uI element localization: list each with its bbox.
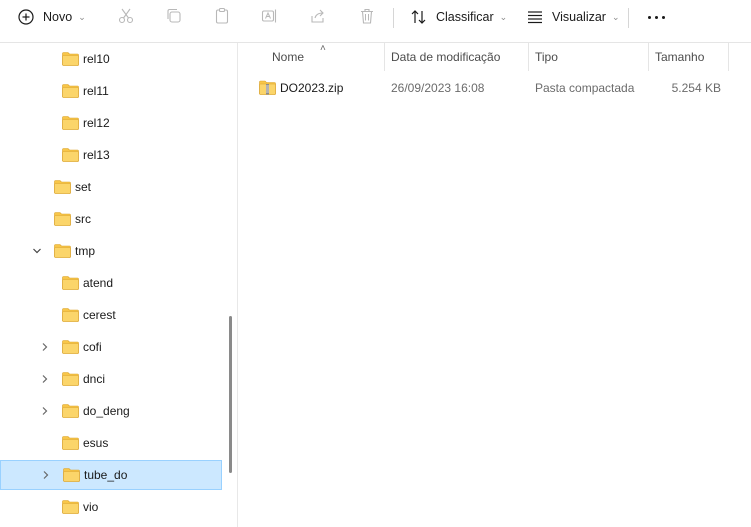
nav-item-label: do_deng bbox=[83, 404, 130, 418]
nav-item-rel10[interactable]: rel10 bbox=[0, 44, 222, 74]
rename-icon[interactable] bbox=[259, 6, 279, 26]
folder-icon bbox=[62, 148, 79, 162]
nav-item-tmp[interactable]: tmp bbox=[0, 236, 222, 266]
nav-scrollbar-thumb[interactable] bbox=[229, 316, 232, 473]
nav-item-rel12[interactable]: rel12 bbox=[0, 108, 222, 138]
chevron-down-icon: ⌄ bbox=[499, 11, 508, 22]
sort-ascending-icon: ˄ bbox=[320, 43, 326, 54]
nav-item-rel13[interactable]: rel13 bbox=[0, 140, 222, 170]
folder-icon bbox=[62, 404, 79, 418]
toolbar-separator bbox=[628, 8, 629, 28]
nav-item-label: esus bbox=[83, 436, 109, 450]
folder-icon bbox=[54, 180, 71, 194]
nav-item-label: dnci bbox=[83, 372, 106, 386]
nav-item-label: cerest bbox=[83, 308, 116, 322]
column-header-name[interactable]: Nome bbox=[272, 43, 304, 71]
folder-icon bbox=[62, 276, 79, 290]
folder-icon bbox=[62, 500, 79, 514]
column-header-type[interactable]: Tipo bbox=[535, 43, 558, 71]
navigation-pane: rel10 rel11 rel12 rel13 set src tmp atend cerest… bbox=[0, 43, 232, 527]
command-bar: Novo ⌄ Classificar ⌄ Visualizar ⌄ bbox=[0, 0, 751, 35]
nav-item-rel11[interactable]: rel11 bbox=[0, 76, 222, 106]
nav-item-atend[interactable]: atend bbox=[0, 268, 222, 298]
share-icon[interactable] bbox=[308, 6, 328, 26]
file-row[interactable]: DO2023.zip 26/09/2023 16:08 Pasta compac… bbox=[238, 73, 751, 103]
folder-icon bbox=[62, 340, 79, 354]
zip-folder-icon bbox=[259, 80, 276, 95]
nav-item-label: set bbox=[75, 180, 92, 194]
folder-icon bbox=[54, 244, 71, 258]
plus-circle-icon bbox=[16, 7, 36, 27]
column-separator[interactable] bbox=[528, 43, 529, 71]
nav-item-label: rel11 bbox=[83, 84, 109, 98]
nav-item-tube-do[interactable]: tube_do bbox=[0, 460, 222, 490]
chevron-right-icon[interactable] bbox=[40, 469, 52, 481]
chevron-right-icon[interactable] bbox=[39, 373, 51, 385]
copy-icon[interactable] bbox=[164, 6, 184, 26]
toolbar-separator bbox=[393, 8, 394, 28]
nav-item-cofi[interactable]: cofi bbox=[0, 332, 222, 362]
column-separator[interactable] bbox=[648, 43, 649, 71]
nav-item-label: rel12 bbox=[83, 116, 110, 130]
column-header-modified[interactable]: Data de modificação bbox=[391, 43, 500, 71]
chevron-down-icon[interactable] bbox=[31, 245, 43, 257]
nav-item-cerest[interactable]: cerest bbox=[0, 300, 222, 330]
chevron-down-icon: ⌄ bbox=[78, 11, 86, 22]
folder-icon bbox=[54, 212, 71, 226]
nav-item-esus[interactable]: esus bbox=[0, 428, 222, 458]
column-header-type-label: Tipo bbox=[535, 50, 558, 64]
chevron-right-icon[interactable] bbox=[39, 405, 51, 417]
view-button-label: Visualizar bbox=[552, 10, 606, 24]
nav-item-label: tmp bbox=[75, 244, 96, 258]
sort-icon bbox=[409, 7, 429, 27]
folder-icon bbox=[62, 52, 79, 66]
nav-item-label: vio bbox=[83, 500, 99, 514]
column-separator[interactable] bbox=[384, 43, 385, 71]
folder-icon bbox=[62, 372, 79, 386]
nav-item-label: cofi bbox=[83, 340, 102, 354]
cut-icon[interactable] bbox=[116, 6, 136, 26]
file-type: Pasta compactada bbox=[535, 81, 635, 95]
column-header-size-label: Tamanho bbox=[655, 50, 705, 64]
nav-item-do-deng[interactable]: do_deng bbox=[0, 396, 222, 426]
view-icon bbox=[525, 7, 545, 27]
view-button[interactable]: Visualizar ⌄ bbox=[525, 4, 620, 30]
folder-icon bbox=[62, 436, 79, 450]
new-button[interactable]: Novo ⌄ bbox=[16, 4, 86, 30]
nav-item-label: src bbox=[75, 212, 91, 226]
more-icon[interactable] bbox=[644, 4, 668, 30]
nav-item-vio[interactable]: vio bbox=[0, 492, 222, 522]
column-header-size[interactable]: Tamanho bbox=[655, 43, 704, 71]
folder-icon bbox=[62, 116, 79, 130]
folder-icon bbox=[62, 84, 79, 98]
chevron-down-icon: ⌄ bbox=[611, 11, 620, 22]
column-separator[interactable] bbox=[728, 43, 729, 71]
column-header-name-label: Nome bbox=[272, 50, 305, 64]
nav-item-label: tube_do bbox=[84, 468, 128, 482]
sort-button-label: Classificar bbox=[436, 10, 494, 24]
column-header-modified-label: Data de modificação bbox=[391, 50, 501, 64]
chevron-right-icon[interactable] bbox=[39, 341, 51, 353]
new-button-label: Novo bbox=[43, 10, 73, 24]
nav-item-src[interactable]: src bbox=[0, 204, 222, 234]
file-list: Nome ˄ Data de modificação Tipo Tamanho … bbox=[238, 43, 751, 527]
nav-item-set[interactable]: set bbox=[0, 172, 222, 202]
folder-icon bbox=[62, 308, 79, 322]
nav-item-label: rel13 bbox=[83, 148, 110, 162]
sort-button[interactable]: Classificar ⌄ bbox=[409, 4, 507, 30]
nav-item-label: rel10 bbox=[83, 52, 110, 66]
file-name: DO2023.zip bbox=[280, 81, 344, 95]
paste-icon[interactable] bbox=[212, 6, 232, 26]
file-modified: 26/09/2023 16:08 bbox=[391, 81, 485, 95]
folder-icon bbox=[63, 468, 80, 482]
file-size: 5.254 KB bbox=[671, 81, 721, 95]
delete-icon[interactable] bbox=[357, 6, 377, 26]
nav-item-label: atend bbox=[83, 276, 114, 290]
nav-item-dnci[interactable]: dnci bbox=[0, 364, 222, 394]
